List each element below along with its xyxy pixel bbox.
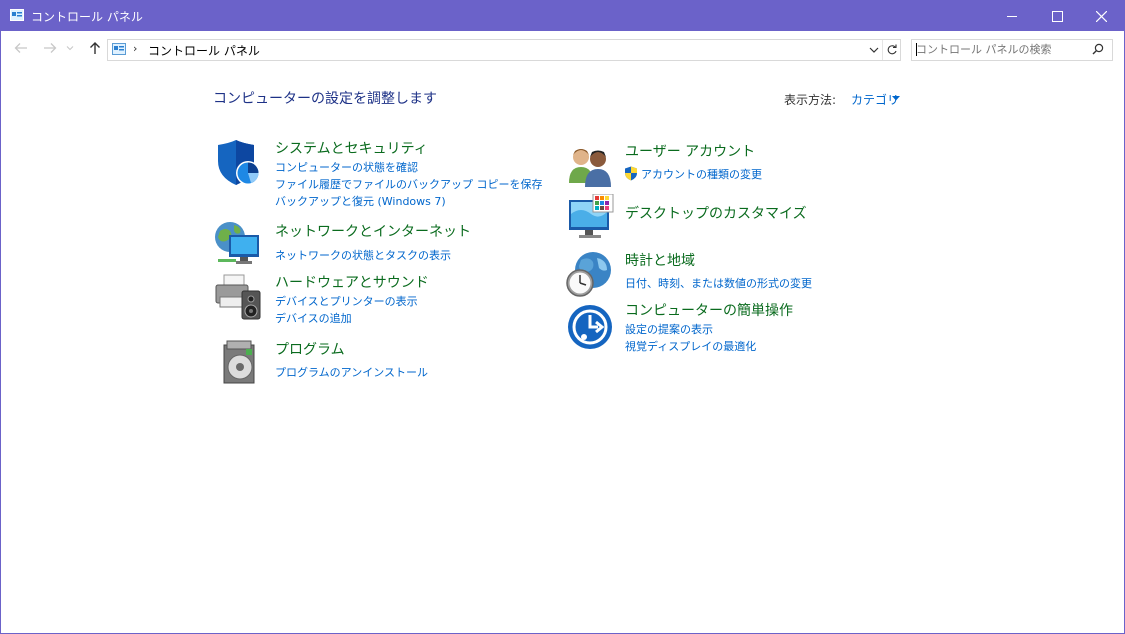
category-programs[interactable]: プログラム <box>275 339 345 359</box>
category-hardware-sound[interactable]: ハードウェアとサウンド <box>275 272 429 292</box>
address-dropdown-icon[interactable] <box>867 43 881 57</box>
shield-pie-icon[interactable] <box>214 139 262 187</box>
minimize-button[interactable] <box>989 1 1035 31</box>
ease-of-access-icon[interactable] <box>566 303 614 351</box>
link-network-status-tasks[interactable]: ネットワークの状態とタスクの表示 <box>275 247 451 263</box>
navigation-bar: › コントロール パネル › <box>1 31 1124 67</box>
link-add-device[interactable]: デバイスの追加 <box>275 310 352 326</box>
close-icon <box>1095 10 1107 22</box>
category-network-internet[interactable]: ネットワークとインターネット <box>275 221 471 241</box>
up-arrow-icon <box>90 42 100 54</box>
control-panel-icon <box>10 9 24 21</box>
forward-arrow-icon <box>44 43 57 53</box>
back-button[interactable] <box>13 40 29 56</box>
control-panel-icon <box>112 43 126 55</box>
back-arrow-icon <box>14 43 27 53</box>
title-bar[interactable]: コントロール パネル <box>1 1 1124 31</box>
breadcrumb-separator[interactable]: › <box>133 42 137 55</box>
link-uninstall-program[interactable]: プログラムのアンインストール <box>275 364 428 380</box>
link-file-history-backup[interactable]: ファイル履歴でファイルのバックアップ コピーを保存 <box>275 176 543 192</box>
refresh-icon <box>887 44 897 55</box>
link-change-account-type[interactable]: アカウントの種類の変更 <box>641 166 762 182</box>
globe-clock-icon[interactable] <box>565 250 613 298</box>
link-check-computer-status[interactable]: コンピューターの状態を確認 <box>275 159 418 175</box>
link-backup-restore[interactable]: バックアップと復元 (Windows 7) <box>275 193 446 209</box>
monitor-palette-icon[interactable] <box>567 194 615 242</box>
uac-shield-icon <box>625 166 637 181</box>
text-caret <box>916 43 917 56</box>
up-button[interactable] <box>87 40 103 56</box>
minimize-icon <box>1007 16 1017 17</box>
forward-button[interactable] <box>42 40 58 56</box>
close-button[interactable] <box>1078 1 1124 31</box>
search-box[interactable] <box>911 39 1113 61</box>
maximize-button[interactable] <box>1034 1 1080 31</box>
view-by-dropdown-icon[interactable] <box>892 96 900 101</box>
category-ease-of-access[interactable]: コンピューターの簡単操作 <box>625 300 793 320</box>
network-globe-icon[interactable] <box>214 219 262 267</box>
address-bar[interactable]: › コントロール パネル › <box>107 39 901 61</box>
chevron-down-icon <box>66 46 74 51</box>
printer-speaker-icon[interactable] <box>214 273 262 321</box>
link-date-time-number-format[interactable]: 日付、時刻、または数値の形式の変更 <box>625 275 812 291</box>
breadcrumb-separator[interactable]: › <box>242 42 246 55</box>
link-suggested-settings[interactable]: 設定の提案の表示 <box>625 321 713 337</box>
view-by-label: 表示方法: <box>784 93 837 107</box>
users-icon[interactable] <box>567 143 615 191</box>
search-input[interactable] <box>916 42 1086 57</box>
page-heading: コンピューターの設定を調整します <box>213 91 437 107</box>
category-user-accounts[interactable]: ユーザー アカウント <box>625 141 755 161</box>
category-appearance[interactable]: デスクトップのカスタマイズ <box>625 203 807 223</box>
link-devices-printers[interactable]: デバイスとプリンターの表示 <box>275 293 418 309</box>
control-panel-window: コントロール パネル › コントロール パネル › コントロール パネルの検索 … <box>0 0 1125 634</box>
category-clock-region[interactable]: 時計と地域 <box>625 250 695 270</box>
programs-disc-icon[interactable] <box>218 339 266 387</box>
category-system-security[interactable]: システムとセキュリティ <box>275 138 428 158</box>
window-title: コントロール パネル <box>31 10 143 24</box>
link-optimize-visual-display[interactable]: 視覚ディスプレイの最適化 <box>625 338 756 354</box>
search-icon[interactable] <box>1092 43 1104 55</box>
recent-locations-button[interactable] <box>65 40 75 56</box>
refresh-button[interactable] <box>882 40 901 60</box>
maximize-icon <box>1051 10 1063 22</box>
